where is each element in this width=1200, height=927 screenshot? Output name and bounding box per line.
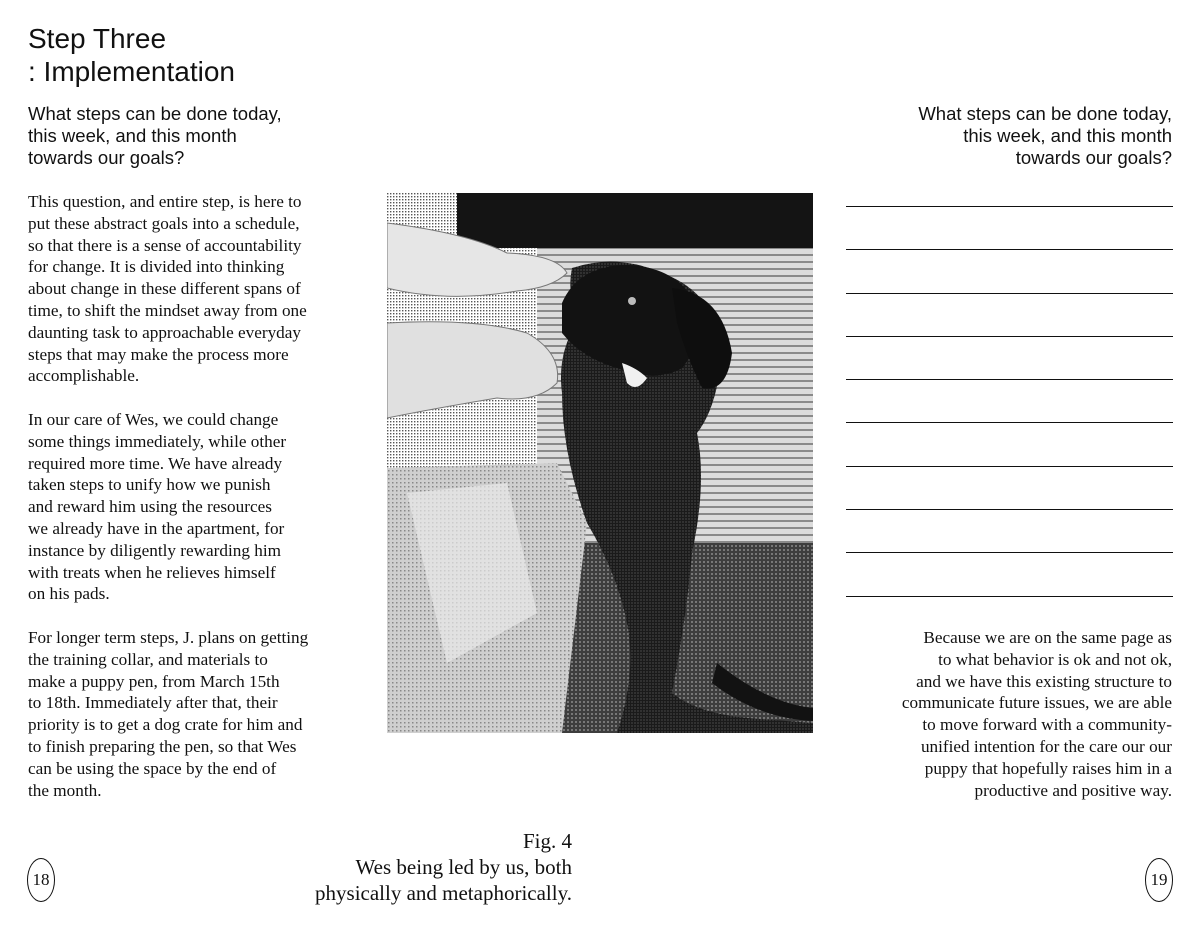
title-line-2: : Implementation <box>28 56 235 87</box>
answer-line[interactable] <box>846 379 1173 381</box>
paragraph-line: the month. <box>28 780 102 800</box>
page-title: Step Three : Implementation <box>28 22 235 88</box>
paragraph-line: In our care of Wes, we could change <box>28 409 279 429</box>
paragraph-line: accomplishable. <box>28 366 140 386</box>
right-question: What steps can be done today, this week,… <box>918 103 1172 169</box>
paragraph-line: steps that may make the process more <box>28 344 289 364</box>
paragraph-line: some things immediately, while other <box>28 431 287 451</box>
answer-line[interactable] <box>846 509 1173 511</box>
left-question-line-1: What steps can be done today, <box>28 103 282 124</box>
paragraph-line: with treats when he relieves himself <box>28 562 276 582</box>
page-number-right: 19 <box>1145 858 1173 902</box>
paragraph-2: In our care of Wes, we could change some… <box>28 409 368 605</box>
paragraph-line: to finish preparing the pen, so that Wes <box>28 736 297 756</box>
page-number-left: 18 <box>27 858 55 902</box>
left-question: What steps can be done today, this week,… <box>28 103 282 169</box>
answer-line[interactable] <box>846 249 1173 251</box>
caption-line-2: Wes being led by us, both <box>355 855 572 879</box>
paragraph-line: can be using the space by the end of <box>28 758 277 778</box>
right-body-line: communicate future issues, we are able <box>901 693 1172 713</box>
answer-lines <box>846 206 1173 639</box>
left-question-line-3: towards our goals? <box>28 147 185 168</box>
right-body-line: Because we are on the same page as <box>923 628 1172 647</box>
figure-caption: Fig. 4 Wes being led by us, both physica… <box>315 828 572 906</box>
right-question-line-2: this week, and this month <box>963 125 1172 146</box>
paragraph-line: the training collar, and materials to <box>28 649 268 669</box>
paragraph-3: For longer term steps, J. plans on getti… <box>28 627 368 801</box>
title-line-1: Step Three <box>28 23 167 54</box>
answer-line[interactable] <box>846 335 1173 337</box>
dog-photo <box>387 193 813 733</box>
paragraph-line: about change in these different spans of <box>28 279 301 299</box>
paragraph-line: on his pads. <box>28 584 110 604</box>
caption-line-1: Fig. 4 <box>522 829 572 853</box>
paragraph-1: This question, and entire step, is here … <box>28 191 368 387</box>
right-body-line: productive and positive way. <box>974 780 1172 800</box>
paragraph-line: For longer term steps, J. plans on getti… <box>28 627 309 647</box>
paragraph-line: required more time. We have already <box>28 453 283 473</box>
right-body-line: to what behavior is ok and not ok, <box>938 649 1172 669</box>
left-body-text: This question, and entire step, is here … <box>28 191 368 823</box>
right-body-line: and we have this existing structure to <box>916 671 1172 691</box>
paragraph-line: so that there is a sense of accountabili… <box>28 235 302 255</box>
answer-line[interactable] <box>846 292 1173 294</box>
right-body-line: unified intention for the care our our <box>920 736 1172 756</box>
paragraph-line: instance by diligently rewarding him <box>28 540 281 560</box>
paragraph-line: put these abstract goals into a schedule… <box>28 213 300 233</box>
right-body-line: to move forward with a community- <box>922 715 1172 735</box>
paragraph-line: for change. It is divided into thinking <box>28 257 285 277</box>
answer-line[interactable] <box>846 595 1173 597</box>
caption-line-3: physically and metaphorically. <box>315 881 572 905</box>
answer-line[interactable] <box>846 552 1173 554</box>
paragraph-line: make a puppy pen, from March 15th <box>28 671 280 691</box>
paragraph-line: and reward him using the resources <box>28 497 272 517</box>
paragraph-line: we already have in the apartment, for <box>28 518 285 538</box>
paragraph-line: This question, and entire step, is here … <box>28 192 302 211</box>
paragraph-line: to 18th. Immediately after that, their <box>28 693 278 713</box>
right-question-line-1: What steps can be done today, <box>918 103 1172 124</box>
right-body-text: Because we are on the same page as to wh… <box>842 627 1172 801</box>
paragraph-line: taken steps to unify how we punish <box>28 475 271 495</box>
left-question-line-2: this week, and this month <box>28 125 237 146</box>
answer-line[interactable] <box>846 465 1173 467</box>
right-question-line-3: towards our goals? <box>1015 147 1172 168</box>
answer-line[interactable] <box>846 422 1173 424</box>
paragraph-line: priority is to get a dog crate for him a… <box>28 715 303 735</box>
answer-line[interactable] <box>846 206 1173 207</box>
right-body-line: puppy that hopefully raises him in a <box>924 758 1172 778</box>
paragraph-line: daunting task to approachable everyday <box>28 322 301 342</box>
paragraph-line: time, to shift the mindset away from one <box>28 300 307 320</box>
